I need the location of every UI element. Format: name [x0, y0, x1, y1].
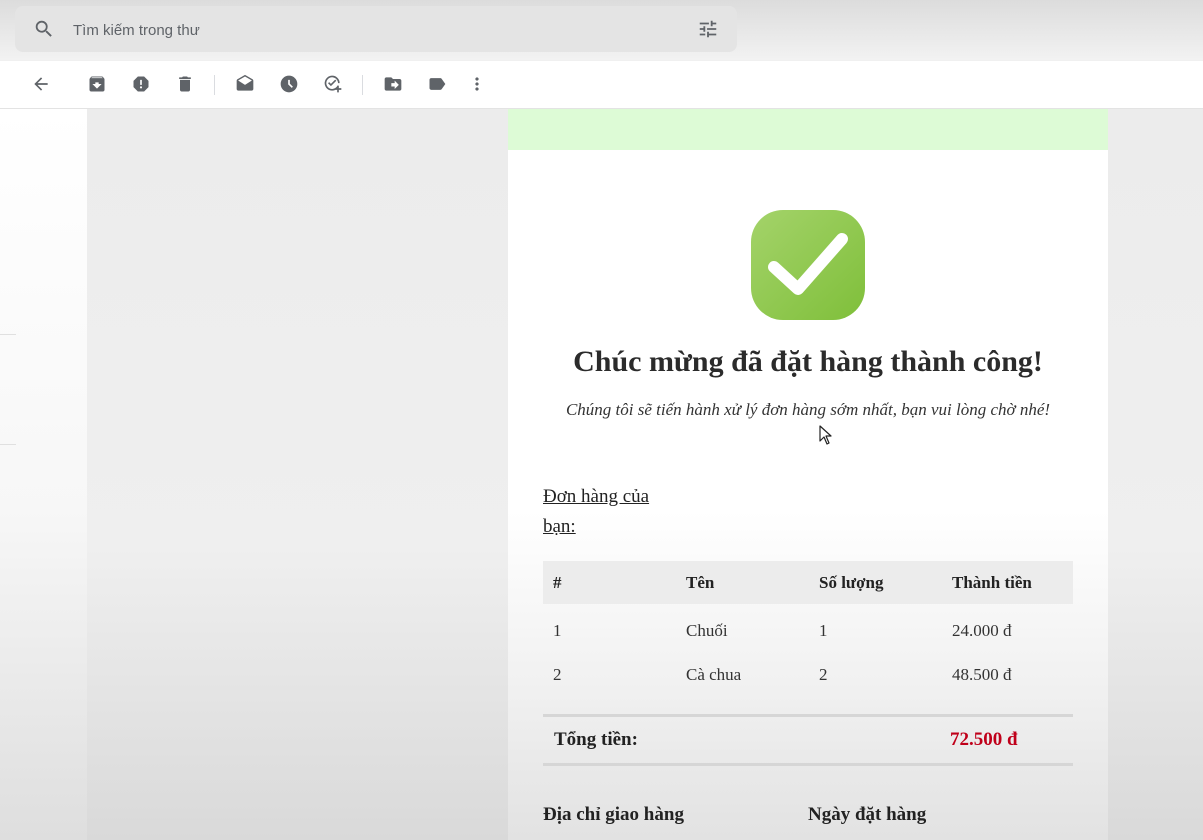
report-spam-icon[interactable] [130, 73, 152, 95]
toolbar-divider [214, 75, 215, 95]
sidebar-strip [0, 109, 87, 840]
table-cell: 1 [819, 621, 828, 640]
divider [0, 334, 16, 335]
order-link[interactable]: Đơn hàng của bạn: [543, 482, 683, 542]
more-vert-icon[interactable] [466, 73, 488, 95]
table-cell: 48.500 đ [952, 665, 1012, 684]
search-input[interactable] [71, 16, 675, 44]
column-header: Số lượng [819, 572, 884, 592]
column-header: # [553, 572, 562, 592]
label-icon[interactable] [426, 73, 448, 95]
message-toolbar [0, 61, 1203, 109]
back-arrow-icon[interactable] [30, 73, 52, 95]
delete-icon[interactable] [174, 73, 196, 95]
tune-icon[interactable] [697, 18, 719, 40]
archive-icon[interactable] [86, 73, 108, 95]
total-label: Tổng tiền: [554, 729, 638, 750]
column-header: Thành tiền [952, 572, 1032, 592]
table-row: 1 Chuối 1 24.000 đ [543, 609, 1073, 653]
mouse-cursor-icon [819, 425, 833, 445]
order-link-line2[interactable]: bạn: [543, 512, 683, 542]
total-value: 72.500 đ [950, 729, 1018, 750]
success-title: Chúc mừng đã đặt hàng thành công! [573, 345, 1043, 378]
table-cell: 1 [553, 621, 562, 640]
table-cell: Chuối [686, 621, 728, 640]
order-table: # Tên Số lượng Thành tiền 1 Chuối 1 24.0… [543, 561, 1073, 766]
table-cell: 2 [553, 665, 562, 684]
email-banner [508, 109, 1108, 150]
checkmark-icon [750, 209, 866, 321]
date-heading: Ngày đặt hàng [808, 804, 927, 825]
table-header: # Tên Số lượng Thành tiền [543, 561, 1073, 604]
table-cell: 2 [819, 665, 828, 684]
table-row: 2 Cà chua 2 48.500 đ [543, 653, 1073, 697]
success-subtitle: Chúng tôi sẽ tiến hành xử lý đơn hàng sớ… [565, 400, 1051, 419]
snooze-icon[interactable] [278, 73, 300, 95]
search-icon[interactable] [33, 18, 55, 40]
total-row: Tổng tiền: 72.500 đ [543, 714, 1073, 766]
toolbar-divider [362, 75, 363, 95]
address-heading: Địa chỉ giao hàng [543, 804, 684, 825]
column-header: Tên [686, 572, 715, 592]
table-cell: Cà chua [686, 665, 742, 684]
order-link-line1[interactable]: Đơn hàng của [543, 482, 683, 512]
divider [0, 444, 16, 445]
top-bar [0, 0, 1203, 60]
mark-unread-icon[interactable] [234, 73, 256, 95]
email-body: Chúc mừng đã đặt hàng thành công! Chúng … [508, 109, 1108, 840]
add-task-icon[interactable] [322, 73, 344, 95]
search-bar[interactable] [15, 6, 737, 52]
table-cell: 24.000 đ [952, 621, 1012, 640]
move-to-icon[interactable] [382, 73, 404, 95]
